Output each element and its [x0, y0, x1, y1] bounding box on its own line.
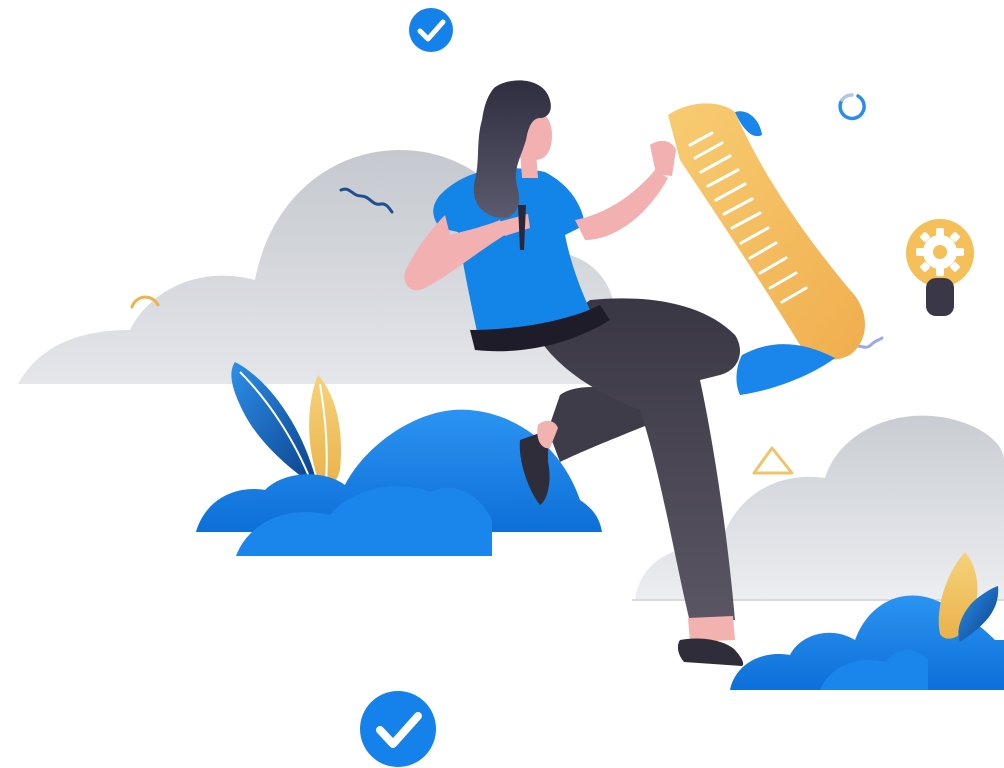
- illustration-stage: [0, 0, 1004, 768]
- illustration-canvas: [18, 8, 1004, 767]
- check-circle-icon: [409, 8, 453, 52]
- refresh-ring-icon: [838, 93, 866, 121]
- triangle-outline-icon: [752, 446, 794, 475]
- leaf-yellow-left: [309, 375, 342, 489]
- check-circle-icon: [360, 691, 436, 767]
- lightbulb-gear-icon: [906, 219, 974, 316]
